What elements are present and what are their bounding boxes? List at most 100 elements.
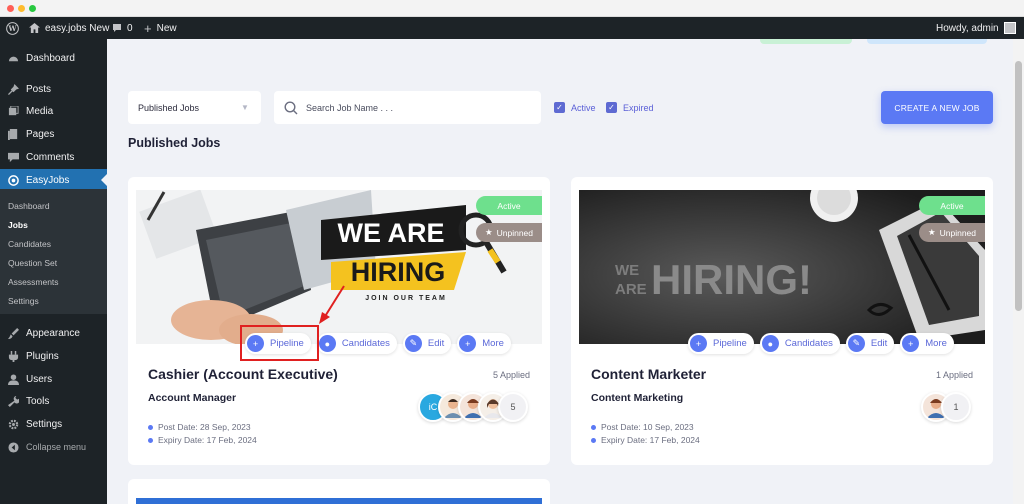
menu-label: Comments (26, 151, 75, 163)
menu-label: Users (26, 373, 53, 385)
menu-dashboard[interactable]: Dashboard (0, 47, 107, 69)
bullet-icon (591, 437, 596, 443)
edit-button[interactable]: ✎ Edit (845, 333, 895, 354)
job-card[interactable] (128, 479, 550, 504)
submenu-dashboard[interactable]: Dashboard (8, 196, 50, 215)
comment-bubble-icon (113, 24, 121, 32)
expiry-date: Expiry Date: 17 Feb, 2024 (148, 435, 257, 445)
expiry-date: Expiry Date: 17 Feb, 2024 (591, 435, 700, 445)
maximize-window-dot[interactable] (29, 5, 36, 12)
menu-comments[interactable]: Comments (0, 146, 107, 168)
edit-button[interactable]: ✎ Edit (402, 333, 452, 354)
search-job-input[interactable] (306, 102, 516, 113)
new-content-link[interactable]: + New (144, 17, 177, 39)
pipeline-label: Pipeline (713, 338, 747, 349)
job-banner-image (136, 498, 542, 504)
plugins-icon (7, 350, 19, 362)
job-card[interactable]: WE ARE HIRING! Active ★ Unpinned + Pipel… (571, 177, 993, 465)
menu-media[interactable]: Media (0, 100, 107, 122)
search-box[interactable] (274, 91, 541, 124)
submenu-settings[interactable]: Settings (8, 291, 39, 310)
banner-are-text: ARE (615, 281, 647, 298)
edit-label: Edit (427, 338, 445, 349)
wordpress-logo-icon[interactable]: W (6, 17, 19, 39)
pin-toggle-button[interactable]: ★ Unpinned (476, 223, 542, 242)
search-icon (284, 100, 298, 114)
bullet-icon (148, 424, 153, 430)
job-actions: + Pipeline ● Candidates ✎ Edit + More (688, 333, 954, 354)
pin-icon (7, 83, 19, 95)
admin-bar: W easy.jobs New 0 + New Howdy, admin (0, 17, 1024, 39)
submenu-assessments[interactable]: Assessments (8, 272, 59, 291)
status-badge: Active (476, 196, 542, 215)
menu-settings[interactable]: Settings (0, 413, 107, 435)
more-candidates-count[interactable]: 1 (941, 392, 971, 422)
scrollbar-thumb[interactable] (1015, 61, 1022, 311)
comments-link[interactable]: 0 (112, 17, 133, 39)
job-category: Account Manager (148, 392, 237, 404)
banner-hiring-text: HIRING! (651, 256, 812, 303)
candidates-button[interactable]: ● Candidates (759, 333, 840, 354)
job-title[interactable]: Content Marketer (591, 366, 706, 382)
bullet-icon (148, 437, 153, 443)
section-title: Published Jobs (128, 136, 221, 150)
page-scrollbar[interactable] (1013, 39, 1024, 504)
menu-label: Posts (26, 83, 52, 95)
menu-label: Pages (26, 128, 55, 140)
menu-label: Plugins (26, 350, 59, 362)
more-button[interactable]: + More (900, 333, 954, 354)
pin-toggle-button[interactable]: ★ Unpinned (919, 223, 985, 242)
active-filter-checkbox[interactable]: ✓ Active (554, 102, 596, 113)
create-new-job-button[interactable]: CREATE A NEW JOB (881, 91, 993, 124)
menu-label: Collapse menu (26, 442, 87, 452)
menu-posts[interactable]: Posts (0, 78, 107, 100)
pipeline-button[interactable]: + Pipeline (688, 333, 754, 354)
menu-label: Media (26, 105, 54, 117)
menu-easyjobs[interactable]: EasyJobs (0, 169, 107, 191)
home-icon (29, 23, 40, 33)
easyjobs-submenu: Dashboard Jobs Candidates Question Set A… (0, 189, 107, 314)
job-status-select[interactable]: Published Jobs ▼ (128, 91, 261, 124)
menu-label: Appearance (26, 327, 80, 339)
menu-appearance[interactable]: Appearance (0, 322, 107, 344)
site-name: easy.jobs New (45, 22, 110, 34)
candidates-label: Candidates (784, 338, 833, 349)
more-label: More (482, 338, 504, 349)
candidates-button[interactable]: ● Candidates (316, 333, 397, 354)
star-icon: ★ (484, 227, 493, 237)
more-candidates-count[interactable]: 5 (498, 392, 528, 422)
pages-icon (7, 128, 19, 140)
submenu-jobs[interactable]: Jobs (8, 215, 28, 234)
post-date-text: Post Date: 28 Sep, 2023 (158, 422, 251, 432)
checkmark-icon: ✓ (606, 102, 617, 113)
pipeline-highlight-box (240, 325, 319, 361)
post-date: Post Date: 28 Sep, 2023 (148, 422, 251, 432)
edit-icon: ✎ (847, 335, 865, 352)
account-menu[interactable]: Howdy, admin (936, 17, 1016, 39)
menu-pages[interactable]: Pages (0, 123, 107, 145)
menu-label: Settings (26, 418, 63, 430)
job-status-value: Published Jobs (138, 102, 200, 113)
tools-icon (7, 395, 19, 407)
chevron-down-icon: ▼ (241, 103, 249, 112)
pin-label: Unpinned (939, 227, 976, 238)
applied-count: 1 Applied (935, 370, 973, 380)
submenu-question-set[interactable]: Question Set (8, 253, 57, 272)
minimize-window-dot[interactable] (18, 5, 25, 12)
menu-plugins[interactable]: Plugins (0, 345, 107, 367)
job-title[interactable]: Cashier (Account Executive) (148, 366, 338, 382)
submenu-candidates[interactable]: Candidates (8, 234, 51, 253)
more-button[interactable]: + More (457, 333, 511, 354)
close-window-dot[interactable] (7, 5, 14, 12)
svg-text:W: W (7, 24, 17, 33)
site-name-link[interactable]: easy.jobs New (29, 17, 109, 39)
collapse-menu-button[interactable]: Collapse menu (0, 436, 107, 458)
pointer-arrow-icon (319, 285, 345, 324)
job-banner-image: WE ARE HIRING! Active ★ Unpinned (579, 190, 985, 344)
menu-tools[interactable]: Tools (0, 390, 107, 412)
plus-circle-icon: + (902, 335, 920, 352)
user-icon: ● (318, 335, 336, 352)
expired-filter-checkbox[interactable]: ✓ Expired (606, 102, 654, 113)
pin-label: Unpinned (496, 227, 533, 238)
menu-users[interactable]: Users (0, 368, 107, 390)
